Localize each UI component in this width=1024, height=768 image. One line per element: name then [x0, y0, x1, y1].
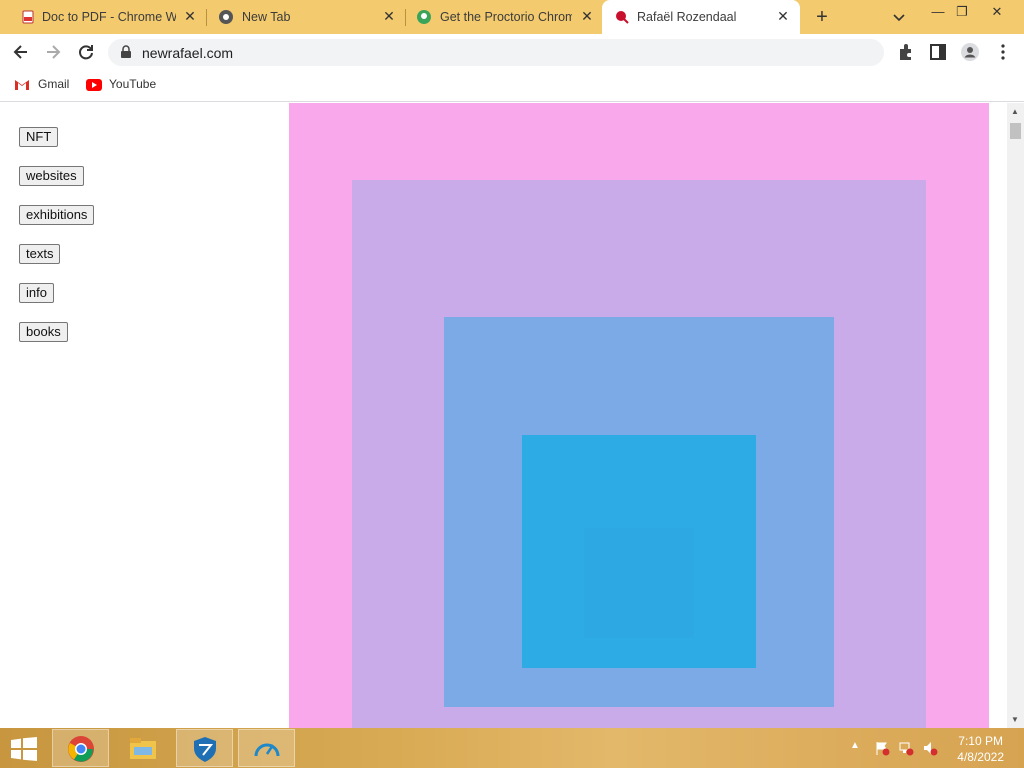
- clock-time: 7:10 PM: [958, 734, 1003, 748]
- tray-expand-icon[interactable]: ▲: [850, 740, 866, 756]
- close-tab-icon[interactable]: ✕: [776, 9, 790, 23]
- system-clock[interactable]: 7:10 PM 4/8/2022: [957, 733, 1004, 765]
- profile-avatar-icon[interactable]: [960, 42, 980, 62]
- nav-button-info[interactable]: info: [19, 283, 54, 303]
- shield-app-icon: [194, 737, 216, 762]
- minimize-button[interactable]: —: [928, 4, 948, 20]
- web-page: NFT websites exhibitions texts info book…: [0, 103, 1007, 728]
- forward-icon[interactable]: [43, 42, 63, 62]
- clock-date: 4/8/2022: [957, 750, 1004, 764]
- file-explorer-icon: [130, 738, 156, 759]
- youtube-icon: [86, 79, 102, 91]
- taskbar-shield-app[interactable]: [176, 729, 233, 767]
- tab-proctorio[interactable]: Get the Proctorio Chrom ✕: [404, 0, 602, 34]
- tab-strip: Doc to PDF - Chrome We ✕ New Tab ✕ Get t…: [0, 0, 1024, 34]
- gmail-icon: [15, 80, 29, 90]
- restore-button[interactable]: ❐: [952, 4, 972, 20]
- extensions-icon[interactable]: [896, 42, 916, 62]
- nav-button-nft[interactable]: NFT: [19, 127, 59, 147]
- bookmark-label: Gmail: [38, 77, 70, 91]
- nav-button-exhibitions[interactable]: exhibitions: [19, 205, 95, 225]
- bookmark-gmail[interactable]: Gmail: [12, 70, 74, 100]
- bookmark-youtube[interactable]: YouTube: [84, 70, 160, 100]
- side-panel-icon[interactable]: [928, 42, 948, 62]
- rafael-icon: [616, 11, 629, 24]
- windows-taskbar: ▲ 7:10 PM 4/8/2022: [0, 728, 1024, 768]
- new-tab-button[interactable]: +: [812, 7, 832, 27]
- nav-button-books[interactable]: books: [19, 322, 68, 342]
- chrome-icon: [219, 10, 233, 24]
- bookmark-label: YouTube: [109, 77, 157, 91]
- nav-button-websites[interactable]: websites: [19, 166, 84, 186]
- lock-icon[interactable]: [119, 45, 133, 59]
- close-tab-icon[interactable]: ✕: [382, 9, 396, 23]
- tab-title: New Tab: [242, 10, 291, 24]
- volume-muted-icon[interactable]: [922, 740, 938, 756]
- tab-doc-to-pdf[interactable]: Doc to PDF - Chrome We ✕: [0, 0, 204, 34]
- proctorio-icon: [417, 10, 431, 24]
- action-center-flag-icon[interactable]: [874, 740, 890, 756]
- taskbar-speed-app[interactable]: [238, 729, 295, 767]
- windows-start-icon[interactable]: [10, 737, 38, 761]
- scroll-thumb[interactable]: [1010, 123, 1021, 139]
- nav-button-texts[interactable]: texts: [19, 244, 61, 264]
- tab-rafael-rozendaal[interactable]: Rafaël Rozendaal ✕: [602, 0, 800, 34]
- close-tab-icon[interactable]: ✕: [183, 9, 197, 23]
- tab-title: Get the Proctorio Chrom: [440, 10, 572, 24]
- scroll-down-arrow-icon[interactable]: ▼: [1011, 715, 1019, 724]
- back-icon[interactable]: [11, 42, 31, 62]
- address-bar[interactable]: newrafael.com: [108, 39, 884, 66]
- taskbar-chrome[interactable]: [52, 729, 109, 767]
- bookmarks-bar: Gmail YouTube: [0, 70, 1024, 102]
- reload-icon[interactable]: [76, 42, 96, 62]
- network-icon[interactable]: [898, 740, 914, 756]
- artwork-square-core: [584, 528, 694, 638]
- close-window-button[interactable]: ✕: [987, 4, 1007, 20]
- chrome-icon: [68, 736, 94, 762]
- docpdf-icon: [22, 10, 34, 24]
- page-scrollbar[interactable]: ▲ ▼: [1007, 103, 1024, 728]
- menu-kebab-icon[interactable]: [993, 42, 1013, 62]
- speed-gauge-icon: [254, 743, 280, 757]
- scroll-up-arrow-icon[interactable]: ▲: [1011, 107, 1019, 116]
- close-tab-icon[interactable]: ✕: [580, 9, 594, 23]
- artwork-canvas[interactable]: [289, 103, 989, 728]
- tab-title: Rafaël Rozendaal: [637, 10, 737, 24]
- tab-title: Doc to PDF - Chrome We: [42, 10, 176, 24]
- tab-new-tab[interactable]: New Tab ✕: [204, 0, 404, 34]
- url-text: newrafael.com: [142, 45, 234, 61]
- tab-search-icon[interactable]: [891, 9, 907, 25]
- taskbar-file-explorer[interactable]: [115, 729, 172, 767]
